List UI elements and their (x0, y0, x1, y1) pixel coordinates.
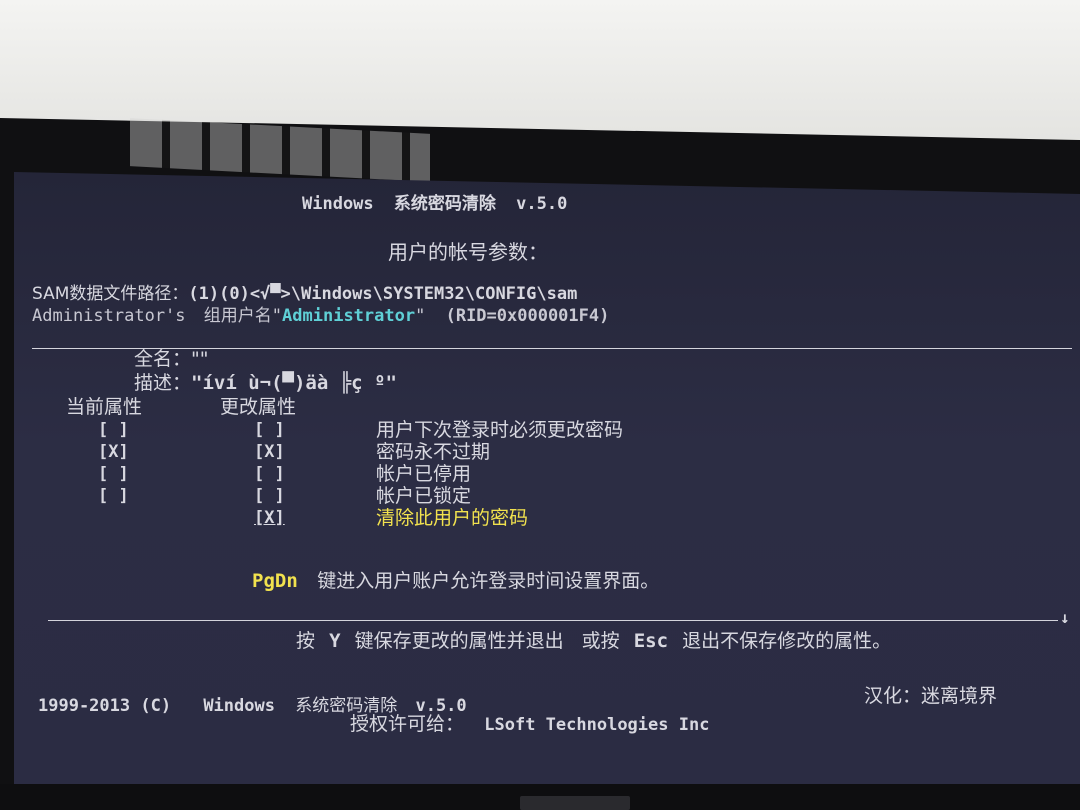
attr-change-checkbox[interactable]: [X] (254, 442, 285, 462)
save-key-y[interactable]: Y (329, 630, 340, 652)
attr-label-clear-password: 清除此用户的密码 (376, 507, 529, 529)
license-value: LSoft Technologies Inc (484, 715, 710, 735)
description-label: 描述： (134, 372, 192, 394)
description-value: "íví ù¬(▀)äà ╠ç º" (191, 372, 397, 394)
footer-copyright: 1999-2013 (C) (38, 696, 172, 716)
sam-path-line: SAM数据文件路径：(1)(0)<√▀>\Windows\SYSTEM32\CO… (32, 284, 577, 304)
bottom-divider (48, 620, 1058, 621)
footer-app: Windows (203, 696, 275, 716)
scroll-down-icon: ↓ (1060, 608, 1070, 627)
account-rid: (RID=0x000001F4) (445, 306, 610, 326)
title-line: Windows 系统密码清除 v.5.0 (302, 194, 567, 214)
or-press: 或按 (581, 630, 620, 652)
localization-label: 汉化： (864, 685, 922, 707)
subtitle: 用户的帐号参数： (388, 240, 548, 264)
group-username-label: 组用户名 (203, 306, 272, 326)
localization-value: 迷离境界 (921, 685, 998, 707)
title-name: 系统密码清除 (393, 194, 496, 214)
fullname-label: 全名： (134, 348, 192, 370)
attr-current-checkbox: [ ] (98, 486, 129, 506)
title-version: v.5.0 (516, 194, 568, 214)
license-label: 授权许可给： (350, 713, 465, 735)
save-text: 键保存更改的属性并退出 (354, 630, 564, 652)
attr-label-password-never-expires: 密码永不过期 (376, 441, 491, 463)
sam-path-value: (1)(0)<√▀>\Windows\SYSTEM32\CONFIG\sam (188, 284, 578, 304)
attr-current-checkbox: [ ] (98, 420, 129, 440)
attr-label-account-disabled: 帐户已停用 (376, 463, 472, 485)
attr-label-must-change-password: 用户下次登录时必须更改密码 (376, 419, 624, 441)
monitor-logo (520, 796, 630, 810)
attr-change-checkbox-clear-password[interactable]: [X] (254, 508, 285, 528)
exit-key-esc[interactable]: Esc (634, 630, 668, 652)
sam-path-label: SAM数据文件路径： (32, 284, 189, 304)
save-hint: 按 Y 键保存更改的属性并退出 或按 Esc 退出不保存修改的属性。 (296, 630, 891, 652)
title-app: Windows (302, 194, 374, 214)
account-username: Administrator (282, 306, 416, 326)
attr-change-checkbox[interactable]: [ ] (254, 486, 285, 506)
dos-screen: Windows 系统密码清除 v.5.0 用户的帐号参数： SAM数据文件路径：… (14, 172, 1080, 784)
column-change: 更改属性 (220, 396, 297, 418)
quote-open: " (271, 306, 283, 326)
account-prefix: Administrator's (32, 306, 186, 326)
fullname-row: 全名："" (134, 348, 209, 370)
save-press: 按 (296, 630, 316, 652)
attr-current-checkbox: [ ] (98, 464, 129, 484)
description-row: 描述："íví ù¬(▀)äà ╠ç º" (134, 372, 397, 394)
pgdn-text: 键进入用户账户允许登录时间设置界面。 (317, 570, 660, 592)
account-line: Administrator's 组用户名"Administrator" (RID… (32, 306, 609, 326)
license-line: 授权许可给： LSoft Technologies Inc (350, 714, 709, 735)
pgdn-hint: PgDn 键进入用户账户允许登录时间设置界面。 (252, 570, 659, 592)
attr-change-checkbox[interactable]: [ ] (254, 464, 285, 484)
column-current: 当前属性 (66, 396, 143, 418)
attr-label-account-locked: 帐户已锁定 (376, 485, 472, 507)
fullname-value: "" (191, 348, 209, 370)
localization-credit: 汉化：迷离境界 (864, 686, 997, 706)
quote-close: " (415, 306, 426, 326)
attr-current-checkbox: [X] (98, 442, 129, 462)
pgdn-key[interactable]: PgDn (252, 570, 298, 592)
attr-change-checkbox[interactable]: [ ] (254, 420, 285, 440)
exit-text: 退出不保存修改的属性。 (682, 630, 892, 652)
